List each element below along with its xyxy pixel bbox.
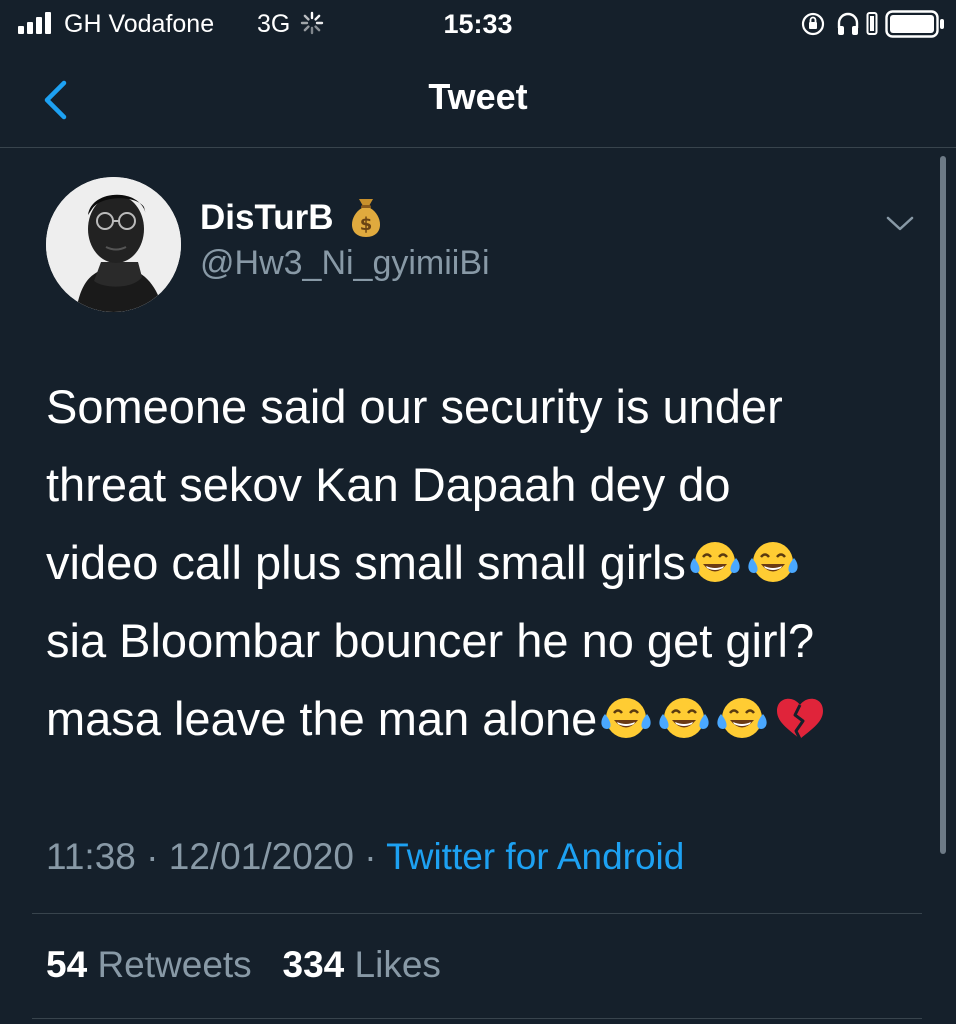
author-handle[interactable]: @Hw3_Ni_gyimiiBi	[200, 244, 490, 283]
money-bag-icon: $	[351, 199, 381, 237]
headphones-icon	[837, 12, 859, 35]
avatar-photo-icon	[46, 177, 181, 312]
likes-stat[interactable]: 334 Likes	[283, 944, 441, 985]
face-with-tears-of-joy-icon	[686, 537, 744, 587]
separator: ·	[146, 836, 159, 877]
tweet-line: threat sekov Kan Dapaah dey do	[46, 458, 731, 511]
scrollbar[interactable]	[940, 156, 946, 854]
face-with-tears-of-joy-icon	[597, 693, 655, 743]
status-bar: GH Vodafone 3G 15:33	[0, 0, 956, 50]
tweet-meta: 11:38 · 12/01/2020 · Twitter for Android	[46, 836, 684, 878]
page-title: Tweet	[428, 76, 528, 117]
likes-label: Likes	[354, 944, 441, 985]
tweet-date: 12/01/2020	[168, 836, 354, 877]
accessory-battery-icon	[866, 12, 878, 35]
tweet-line: video call plus small small girls	[46, 536, 686, 589]
divider	[32, 913, 922, 914]
tweet-line: sia Bloombar bouncer he no get girl?	[46, 614, 815, 667]
svg-text:$: $	[360, 214, 373, 235]
battery-icon	[885, 10, 944, 38]
tweet-time: 11:38	[46, 836, 136, 877]
orientation-lock-icon	[801, 12, 825, 36]
face-with-tears-of-joy-icon	[655, 693, 713, 743]
separator: ·	[364, 836, 377, 877]
author-display-name[interactable]: DisTurB	[200, 198, 334, 238]
retweets-label: Retweets	[97, 944, 252, 985]
face-with-tears-of-joy-icon	[744, 537, 802, 587]
retweets-count: 54	[46, 944, 88, 985]
tweet-line: Someone said our security is under	[46, 380, 783, 433]
divider	[32, 1018, 922, 1019]
tweet-line-with-emoji: masa leave the man alone	[46, 680, 926, 758]
tweet-line-with-emoji: video call plus small small girls	[46, 524, 926, 602]
tweet-source-link[interactable]: Twitter for Android	[386, 836, 684, 877]
tweet-stats: 54 Retweets 334 Likes	[46, 944, 441, 986]
tweet-line: masa leave the man alone	[46, 692, 598, 745]
tweet-text: Someone said our security is under threa…	[46, 368, 926, 758]
retweets-stat[interactable]: 54 Retweets	[46, 944, 252, 985]
navigation-bar: Tweet	[0, 52, 956, 148]
face-with-tears-of-joy-icon	[713, 693, 771, 743]
likes-count: 334	[282, 944, 345, 985]
chevron-down-icon[interactable]	[885, 212, 915, 234]
broken-heart-icon	[771, 693, 829, 743]
avatar[interactable]	[46, 177, 181, 312]
